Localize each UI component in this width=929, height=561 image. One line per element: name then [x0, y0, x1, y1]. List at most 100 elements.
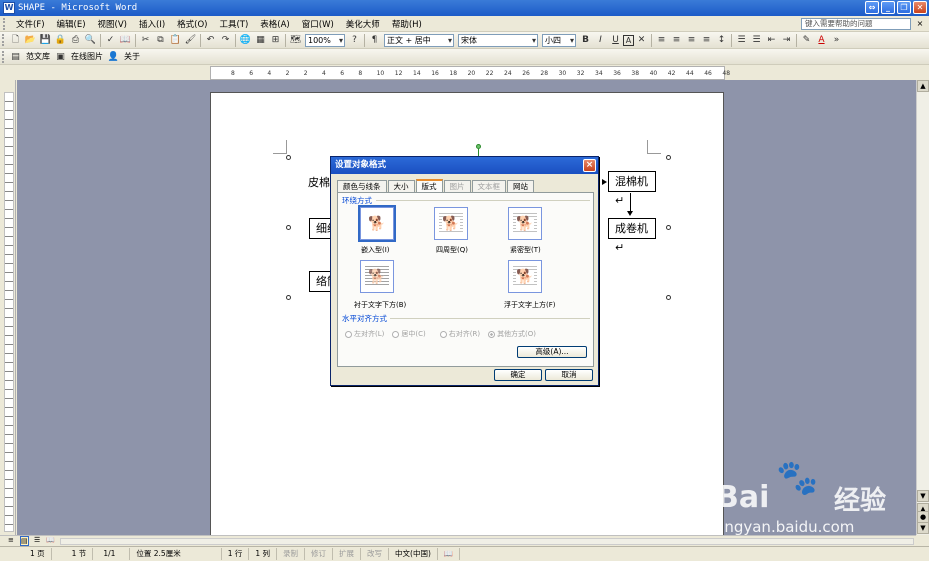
cancel-button[interactable]: 取消 [545, 369, 593, 381]
menu-window[interactable]: 窗口(W) [296, 18, 340, 30]
menu-view[interactable]: 视图(V) [92, 18, 133, 30]
help-search-input[interactable]: 键入需要帮助的问题 [801, 18, 911, 30]
toolbar-options-icon[interactable]: » [829, 33, 844, 48]
insert-table-icon[interactable]: ⊞ [268, 33, 283, 48]
save-icon[interactable]: 💾 [38, 33, 53, 48]
character-shading-icon[interactable]: ✕ [634, 33, 649, 48]
flow-box-blender[interactable]: 混棉机↵ [608, 171, 656, 207]
toolbar-grip-handle[interactable] [2, 50, 6, 63]
format-painter-icon[interactable]: 🖌 [183, 33, 198, 48]
font-size-select[interactable]: 小四 [542, 33, 576, 47]
align-other-radio[interactable]: 其他方式(O) [488, 329, 536, 339]
document-map-icon[interactable]: 🗺 [288, 33, 303, 48]
selection-handle[interactable] [286, 295, 291, 300]
status-overtype[interactable]: 改写 [361, 548, 390, 560]
status-track-changes[interactable]: 修订 [305, 548, 334, 560]
wrap-inline-option[interactable]: 🐕 [360, 207, 394, 240]
bullets-icon[interactable]: ☰ [749, 33, 764, 48]
font-select[interactable]: 宋体 [458, 33, 538, 47]
numbering-icon[interactable]: ☰ [734, 33, 749, 48]
about-button[interactable]: 关于 [121, 51, 143, 62]
character-border-button[interactable]: A [623, 34, 634, 46]
wrap-tight-option[interactable]: 🐕 [508, 207, 542, 240]
redo-icon[interactable]: ↷ [218, 33, 233, 48]
underline-button[interactable]: U [608, 33, 623, 48]
print-preview-icon[interactable]: 🔍 [83, 33, 98, 48]
selection-handle[interactable] [666, 225, 671, 230]
maximize-button[interactable]: ❐ [897, 1, 911, 14]
tab-picture[interactable]: 图片 [443, 180, 471, 192]
close-window-button[interactable]: ✕ [913, 1, 927, 14]
menu-edit[interactable]: 编辑(E) [51, 18, 92, 30]
align-center-radio[interactable]: 居中(C) [392, 329, 426, 339]
wrap-behind-option[interactable]: 🐕 [360, 260, 394, 293]
justify-icon[interactable]: ≡ [699, 33, 714, 48]
menu-grip-handle[interactable] [3, 17, 7, 30]
selection-handle[interactable] [286, 155, 291, 160]
align-right-radio[interactable]: 右对齐(R) [439, 329, 480, 339]
menu-help[interactable]: 帮助(H) [386, 18, 428, 30]
new-document-icon[interactable]: 🗋 [8, 33, 23, 48]
tables-borders-icon[interactable]: ▦ [253, 33, 268, 48]
italic-button[interactable]: I [593, 33, 608, 48]
bold-button[interactable]: B [578, 33, 593, 48]
flow-box-lapper[interactable]: 成卷机↵ [608, 218, 656, 254]
permission-icon[interactable]: 🔒 [53, 33, 68, 48]
style-select[interactable]: 正文 + 居中 [384, 33, 454, 47]
selection-handle[interactable] [286, 225, 291, 230]
highlight-icon[interactable]: ✎ [799, 33, 814, 48]
page-view-icon[interactable]: ▤ [20, 536, 29, 546]
menu-format[interactable]: 格式(O) [171, 18, 213, 30]
horizontal-ruler[interactable]: 8 6 4 2 2 4 6 8 10 12 14 16 18 20 22 24 26 28 30 32 34 36 38 40… [210, 66, 730, 80]
menu-insert[interactable]: 插入(I) [133, 18, 171, 30]
status-extend[interactable]: 扩展 [333, 548, 362, 560]
zoom-select[interactable]: 100% [305, 33, 345, 47]
selection-handle[interactable] [666, 295, 671, 300]
styles-pane-icon[interactable]: ¶ [367, 33, 382, 48]
align-left-radio[interactable]: 左对齐(L) [345, 329, 384, 339]
dialog-close-button[interactable]: × [583, 159, 596, 172]
selection-handle[interactable] [666, 155, 671, 160]
close-document-icon[interactable]: × [914, 18, 926, 30]
normal-view-icon[interactable]: ≡ [8, 536, 14, 544]
dialog-title-bar[interactable]: 设置对象格式 × [331, 157, 598, 174]
tab-web[interactable]: 网站 [507, 180, 534, 192]
undo-icon[interactable]: ↶ [203, 33, 218, 48]
toolbar-grip-handle[interactable] [2, 34, 6, 46]
align-left-icon[interactable]: ≡ [654, 33, 669, 48]
vertical-ruler[interactable] [0, 80, 16, 535]
paste-icon[interactable]: 📋 [168, 33, 183, 48]
hyperlink-icon[interactable]: 🌐 [238, 33, 253, 48]
template-library-button[interactable]: 范文库 [23, 51, 53, 62]
outline-view-icon[interactable]: ☰ [34, 536, 40, 544]
reading-view-icon[interactable]: 📖 [46, 536, 55, 544]
menu-file[interactable]: 文件(F) [10, 18, 51, 30]
tab-colors-lines[interactable]: 颜色与线条 [337, 180, 387, 192]
align-right-icon[interactable]: ≡ [684, 33, 699, 48]
menu-table[interactable]: 表格(A) [254, 18, 295, 30]
advanced-button[interactable]: 高级(A)... [517, 346, 587, 358]
tab-size[interactable]: 大小 [387, 180, 415, 192]
restore-icon[interactable]: ⇔ [865, 1, 879, 14]
line-spacing-icon[interactable]: ↕ [714, 33, 729, 48]
research-icon[interactable]: 📖 [118, 33, 133, 48]
tab-layout[interactable]: 版式 [415, 179, 443, 192]
align-center-icon[interactable]: ≡ [669, 33, 684, 48]
wrap-square-option[interactable]: 🐕 [434, 207, 468, 240]
minimize-button[interactable]: _ [881, 1, 895, 14]
spelling-icon[interactable]: ✓ [103, 33, 118, 48]
print-icon[interactable]: ⎙ [68, 33, 83, 48]
font-color-button[interactable]: A [814, 33, 829, 48]
menu-tools[interactable]: 工具(T) [213, 18, 254, 30]
open-folder-icon[interactable]: 📂 [23, 33, 38, 48]
wrap-front-option[interactable]: 🐕 [508, 260, 542, 293]
help-icon[interactable]: ? [347, 33, 362, 48]
menu-beautify[interactable]: 美化大师 [340, 18, 386, 30]
tab-text-box[interactable]: 文本框 [471, 180, 506, 192]
copy-icon[interactable]: ⧉ [153, 33, 168, 48]
word-app-icon[interactable]: W [3, 2, 15, 14]
online-image-button[interactable]: 在线图片 [68, 51, 106, 62]
status-record[interactable]: 录制 [277, 548, 306, 560]
increase-indent-icon[interactable]: ⇥ [779, 33, 794, 48]
ok-button[interactable]: 确定 [494, 369, 542, 381]
